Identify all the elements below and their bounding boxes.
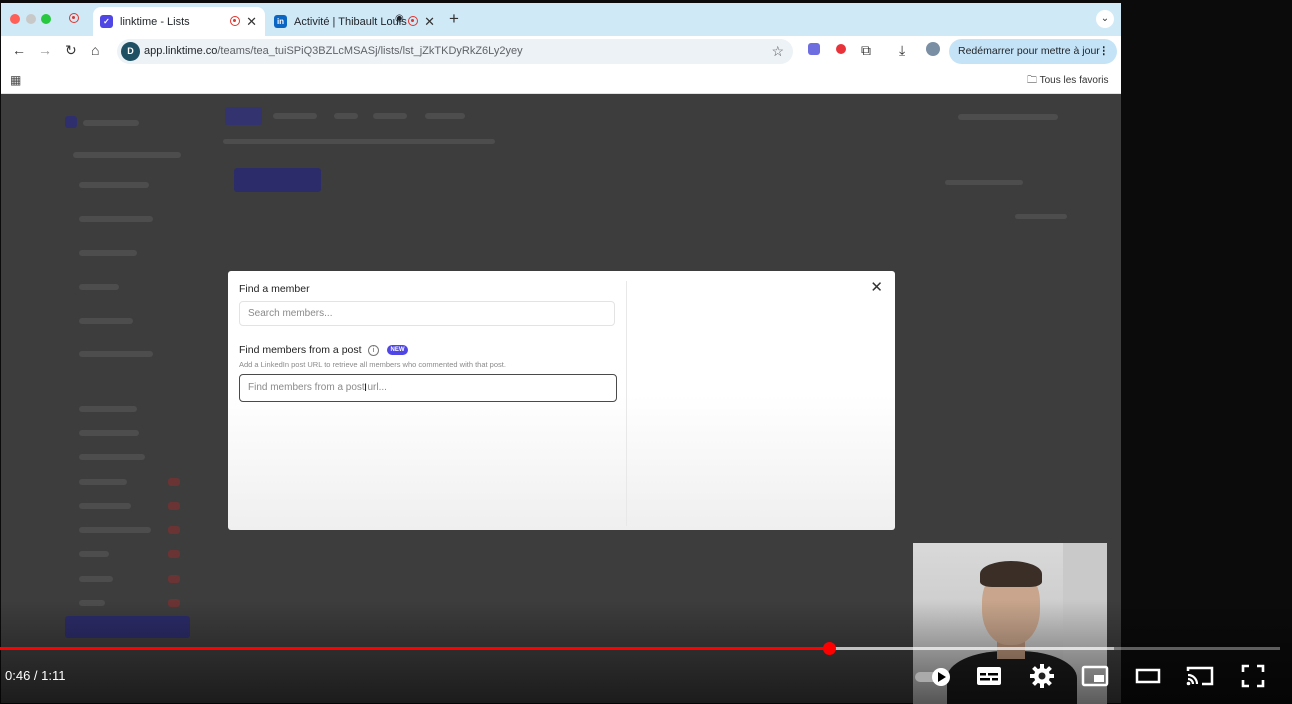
primary-button-placeholder bbox=[234, 168, 321, 192]
count-badge bbox=[168, 502, 180, 510]
recording-icon bbox=[408, 16, 418, 26]
update-button-label: Redémarrer pour mettre à jour bbox=[958, 45, 1100, 57]
presenter-hair bbox=[980, 561, 1042, 587]
tab-title: linktime - Lists bbox=[120, 15, 190, 28]
linktime-favicon-icon: ✓ bbox=[100, 15, 113, 28]
sidebar-placeholder bbox=[79, 430, 139, 436]
update-restart-button[interactable]: Redémarrer pour mettre à jour ⋮ bbox=[949, 39, 1117, 64]
tab-placeholder bbox=[425, 113, 465, 119]
site-info-icon[interactable]: D bbox=[121, 42, 140, 61]
maximize-window-button[interactable] bbox=[41, 14, 51, 24]
sidebar-placeholder bbox=[79, 284, 119, 290]
profile-extension-icon[interactable] bbox=[808, 43, 820, 55]
tab-placeholder bbox=[273, 113, 317, 119]
back-icon[interactable]: ← bbox=[12, 42, 26, 58]
time-display: 0:46 / 1:11 bbox=[5, 668, 66, 683]
download-icon[interactable]: ⤓ bbox=[899, 42, 905, 59]
count-badge bbox=[168, 478, 180, 486]
count-badge bbox=[168, 526, 180, 534]
extensions-puzzle-icon[interactable]: ⧉ bbox=[861, 42, 871, 59]
tab-strip: ✓ linktime - Lists ✕ in Activité | Thiba… bbox=[1, 3, 1121, 36]
tab-placeholder bbox=[373, 113, 407, 119]
bookmarks-bar: ▦ 🗀 Tous les favoris bbox=[1, 66, 1121, 94]
meta-placeholder bbox=[1015, 214, 1067, 219]
find-post-title: Find members from a post bbox=[239, 344, 362, 356]
avatar[interactable] bbox=[926, 42, 940, 56]
sidebar-placeholder bbox=[79, 551, 109, 557]
sidebar-placeholder bbox=[79, 479, 127, 485]
minimize-window-button[interactable] bbox=[26, 14, 36, 24]
fullscreen-icon[interactable] bbox=[1241, 664, 1265, 693]
close-tab-icon[interactable]: ✕ bbox=[424, 14, 435, 30]
count-badge bbox=[168, 575, 180, 583]
sidebar-placeholder bbox=[79, 503, 131, 509]
home-icon[interactable]: ⌂ bbox=[91, 42, 99, 58]
find-member-modal: ✕ Find a member Search members... Find m… bbox=[228, 271, 895, 530]
forward-icon[interactable]: → bbox=[38, 42, 52, 58]
close-window-button[interactable] bbox=[10, 14, 20, 24]
gamepad-icon: ◉ bbox=[395, 13, 404, 24]
tab-active-placeholder bbox=[225, 107, 262, 125]
tab-title: Activité | Thibault Louis bbox=[294, 15, 407, 28]
bookmark-star-icon[interactable]: ☆ bbox=[771, 43, 784, 60]
sidebar-placeholder bbox=[79, 250, 137, 256]
list-title-placeholder bbox=[958, 114, 1058, 120]
sidebar-placeholder bbox=[79, 182, 149, 188]
url-path: /teams/tea_tuiSPiQ3BZLcMSASj/lists/lst_j… bbox=[217, 45, 523, 57]
theater-mode-icon[interactable] bbox=[1135, 664, 1161, 693]
sidebar-placeholder bbox=[73, 152, 181, 158]
tab-placeholder bbox=[334, 113, 358, 119]
new-badge: NEW bbox=[387, 345, 408, 355]
info-icon[interactable]: i bbox=[368, 345, 379, 356]
subtitles-icon[interactable] bbox=[976, 664, 1002, 693]
more-menu-icon[interactable]: ⋮ bbox=[1099, 39, 1110, 64]
tab-linkedin-activity[interactable]: in Activité | Thibault Louis ◉ ✕ bbox=[267, 7, 443, 36]
sidebar-placeholder bbox=[79, 216, 153, 222]
progress-played bbox=[0, 647, 830, 650]
sidebar-placeholder bbox=[79, 351, 153, 357]
app-name-placeholder bbox=[83, 120, 139, 126]
tab-linktime-lists[interactable]: ✓ linktime - Lists ✕ bbox=[93, 7, 265, 36]
sidebar-placeholder bbox=[79, 454, 145, 460]
post-url-input[interactable]: Find members from a post url... bbox=[239, 374, 617, 402]
address-bar[interactable]: D app.linktime.co/teams/tea_tuiSPiQ3BZLc… bbox=[117, 39, 793, 64]
all-bookmarks-folder[interactable]: 🗀 Tous les favoris bbox=[1027, 73, 1109, 90]
modal-divider bbox=[626, 281, 627, 526]
recording-icon bbox=[230, 16, 240, 26]
apps-grid-icon[interactable]: ▦ bbox=[10, 73, 21, 87]
record-extension-icon[interactable] bbox=[836, 44, 846, 54]
sidebar-placeholder bbox=[79, 527, 151, 533]
post-help-text: Add a LinkedIn post URL to retrieve all … bbox=[239, 360, 506, 369]
browser-toolbar: ← → ↻ ⌂ D app.linktime.co/teams/tea_tuiS… bbox=[1, 36, 1121, 66]
close-icon[interactable]: ✕ bbox=[870, 278, 883, 296]
search-placeholder bbox=[945, 180, 1023, 185]
reload-icon[interactable]: ↻ bbox=[65, 42, 77, 59]
search-members-input[interactable]: Search members... bbox=[239, 301, 615, 326]
video-player[interactable]: ✓ linktime - Lists ✕ in Activité | Thiba… bbox=[0, 0, 1292, 704]
miniplayer-icon[interactable] bbox=[1081, 664, 1109, 693]
progress-buffered bbox=[829, 647, 1114, 650]
linkedin-favicon-icon: in bbox=[274, 15, 287, 28]
sidebar-placeholder bbox=[79, 318, 133, 324]
new-tab-button[interactable]: + bbox=[449, 9, 459, 29]
tab-search-button[interactable]: ⌄ bbox=[1096, 10, 1114, 28]
recording-icon bbox=[69, 13, 79, 23]
sidebar-placeholder bbox=[79, 576, 113, 582]
settings-gear-icon[interactable] bbox=[1030, 664, 1054, 693]
count-badge bbox=[168, 550, 180, 558]
autoplay-toggle[interactable] bbox=[914, 667, 954, 692]
cast-icon[interactable] bbox=[1186, 664, 1214, 693]
description-placeholder bbox=[223, 139, 495, 144]
app-logo bbox=[65, 116, 77, 128]
text-cursor-icon: I bbox=[364, 382, 368, 394]
find-member-title: Find a member bbox=[239, 283, 310, 295]
sidebar-placeholder bbox=[79, 406, 137, 412]
close-tab-icon[interactable]: ✕ bbox=[246, 14, 257, 30]
bookmarks-folder-label: Tous les favoris bbox=[1039, 75, 1109, 86]
url-text: app.linktime.co/teams/tea_tuiSPiQ3BZLcMS… bbox=[144, 45, 523, 57]
url-domain: app.linktime.co bbox=[144, 45, 218, 57]
